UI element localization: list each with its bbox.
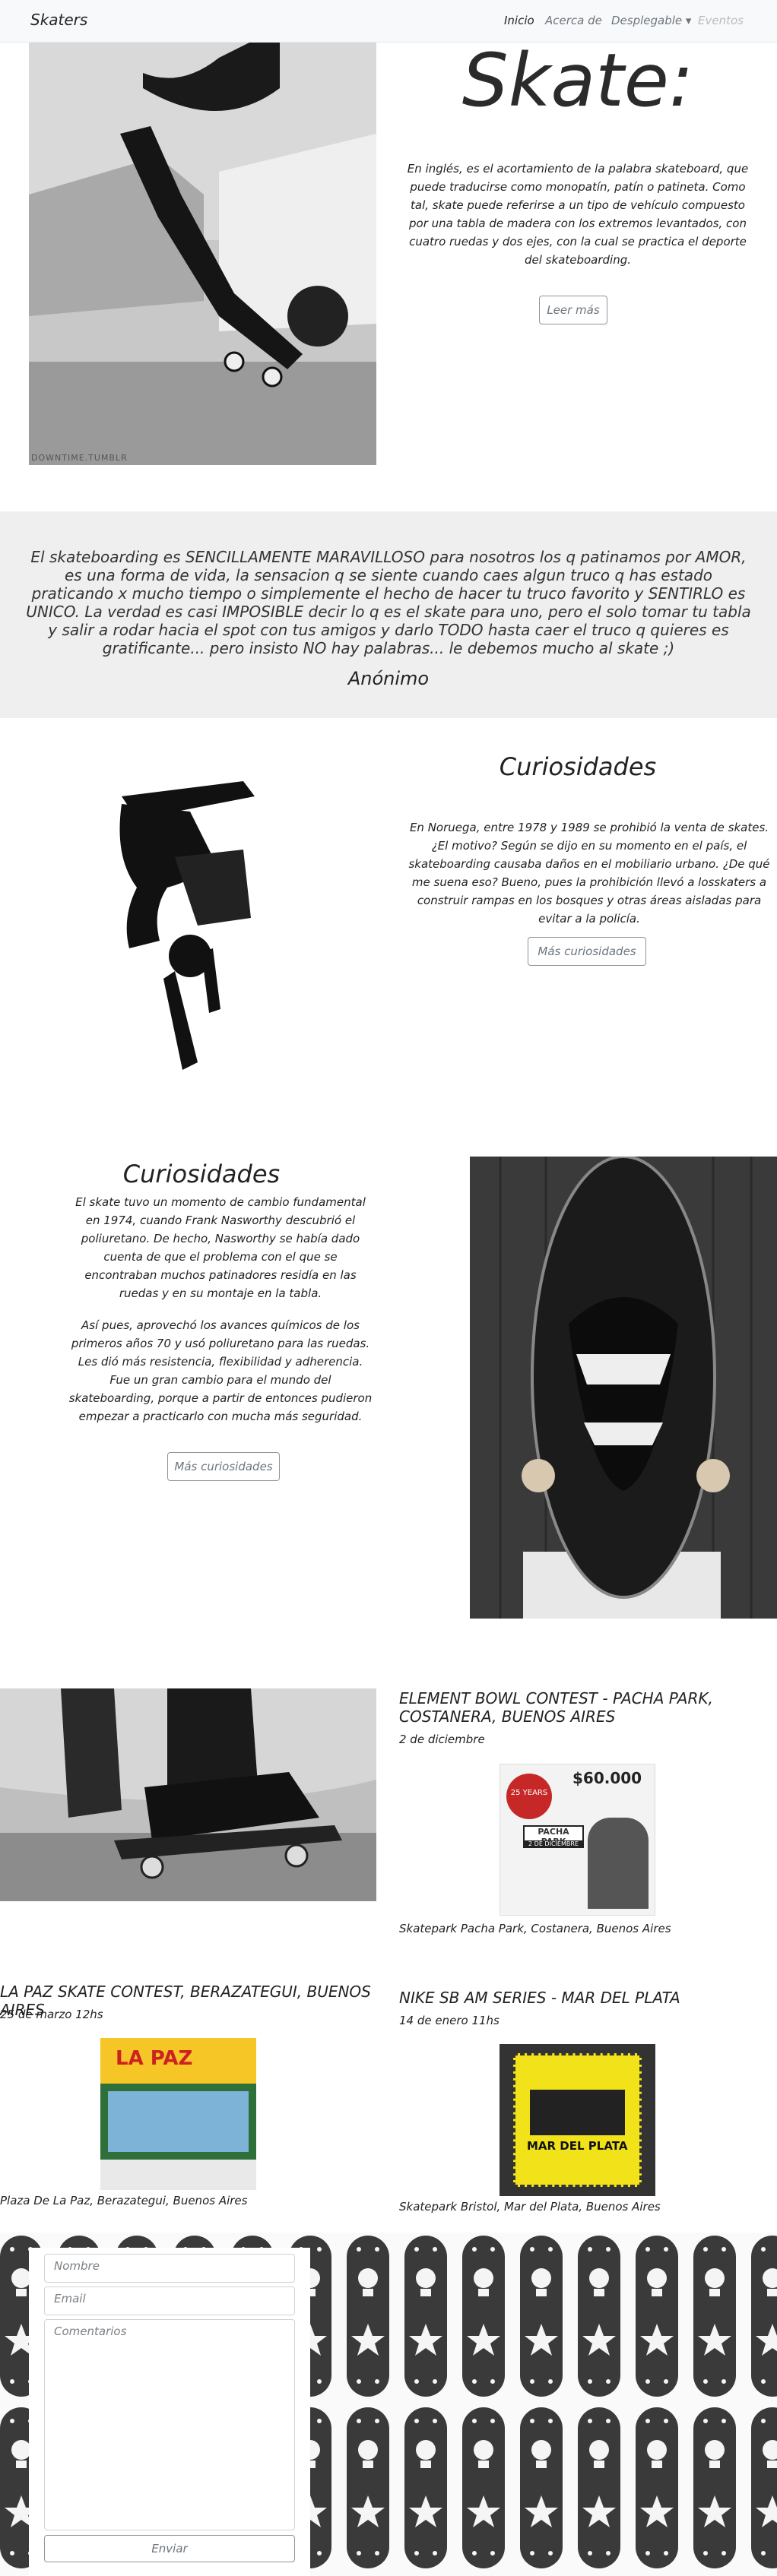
event1-poster-date: 2 DE DICIEMBRE (523, 1840, 584, 1847)
curiosidades2-text2: Así pues, aprovechó los avances químicos… (68, 1318, 373, 1423)
curiosidades1-text: En Noruega, entre 1978 y 1989 se prohibi… (408, 821, 770, 926)
name-field[interactable]: Nombre (44, 2254, 295, 2283)
contact-form: Nombre Email Comentarios Enviar (29, 2248, 310, 2576)
quote-author: Anónimo (347, 668, 430, 689)
hero-image-caption: DOWNTIME.TUMBLR (31, 453, 128, 463)
event2-poster: LA PAZ (100, 2038, 256, 2190)
curiosidades2-more-button[interactable]: Más curiosidades (167, 1452, 280, 1481)
quote-section: El skateboarding es SENCILLAMENTE MARAVI… (0, 511, 777, 718)
skateboard-pattern-background: Nombre Email Comentarios Enviar (0, 2233, 777, 2576)
event3-place: Skatepark Bristol, Mar del Plata, Buenos… (399, 2200, 661, 2214)
event1-title: ELEMENT BOWL CONTEST - PACHA PARK, COSTA… (399, 1689, 713, 1726)
quote-text: El skateboarding es SENCILLAMENTE MARAVI… (26, 548, 751, 657)
event3-date: 14 de enero 11hs (399, 2014, 500, 2027)
nav-dropdown[interactable]: Desplegable ▾ (611, 14, 691, 27)
email-field[interactable]: Email (44, 2286, 295, 2315)
navbar: Skaters Inicio Acerca de Desplegable ▾ E… (0, 0, 777, 43)
comments-textarea[interactable]: Comentarios (44, 2319, 295, 2530)
hero-read-more-button[interactable]: Leer más (539, 296, 607, 324)
skate-shoes-photo (0, 1688, 376, 1901)
curiosidades2-title: Curiosidades (122, 1160, 281, 1188)
nav-link-acerca[interactable]: Acerca de (545, 14, 602, 27)
handplant-skater-image (91, 766, 289, 1078)
event3-title: NIKE SB AM SERIES - MAR DEL PLATA (399, 1989, 680, 2007)
submit-button[interactable]: Enviar (44, 2535, 295, 2562)
curiosidades2-text1: El skate tuvo un momento de cambio funda… (75, 1195, 366, 1300)
navbar-brand[interactable]: Skaters (30, 11, 87, 29)
event1-place: Skatepark Pacha Park, Costanera, Buenos … (399, 1922, 671, 1935)
event2-poster-name: LA PAZ (116, 2047, 193, 2070)
hero-title: Skate: (461, 38, 694, 123)
event3-poster-name: MAR DEL PLATA (527, 2139, 628, 2153)
curiosidades1-more-button[interactable]: Más curiosidades (528, 937, 646, 966)
nav-link-eventos: Eventos (698, 14, 744, 27)
event1-date: 2 de diciembre (399, 1733, 485, 1746)
hero-skater-photo: DOWNTIME.TUMBLR (29, 43, 376, 465)
event1-poster-years: 25 YEARS (506, 1774, 552, 1819)
event2-place: Plaza De La Paz, Berazategui, Buenos Air… (0, 2194, 248, 2207)
hero-text: En inglés, es el acortamiento de la pala… (407, 162, 749, 267)
event2-date: 25 de marzo 12hs (0, 2008, 103, 2021)
event1-poster-price: $60.000 (572, 1769, 642, 1787)
santa-cruz-board-photo (470, 1157, 777, 1619)
event3-poster: MAR DEL PLATA (500, 2044, 655, 2196)
nav-link-inicio[interactable]: Inicio (504, 14, 534, 27)
curiosidades1-title: Curiosidades (499, 752, 657, 781)
event1-poster: $60.000 25 YEARS PACHA PARK 2 DE DICIEMB… (500, 1764, 655, 1916)
